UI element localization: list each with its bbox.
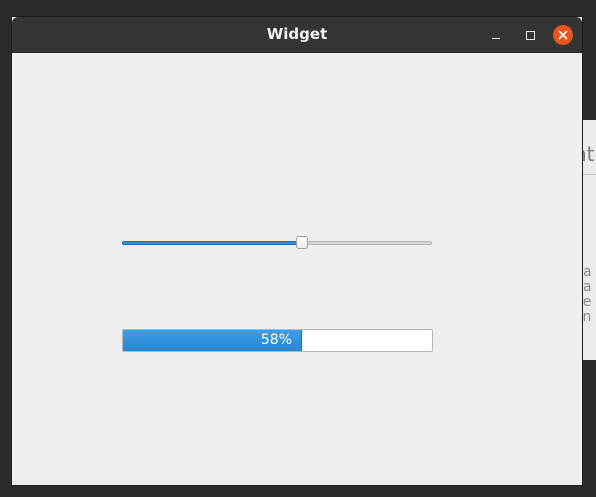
maximize-icon [525, 30, 535, 40]
window-content: 58% [12, 53, 582, 485]
progress-bar: 58% [122, 329, 433, 352]
desktop: nt ct o a o a file oin Widget [0, 0, 596, 497]
widget-window: Widget 58% [12, 17, 582, 485]
title-bar[interactable]: Widget [12, 17, 582, 53]
progress-label: 58% [260, 332, 292, 348]
minimize-button[interactable] [486, 25, 506, 45]
slider-fill [122, 241, 302, 245]
minimize-icon [492, 38, 500, 39]
slider-handle[interactable] [296, 236, 308, 249]
close-button[interactable] [553, 25, 573, 45]
maximize-button[interactable] [520, 25, 540, 45]
horizontal-slider[interactable] [122, 236, 432, 250]
close-icon [558, 30, 568, 40]
